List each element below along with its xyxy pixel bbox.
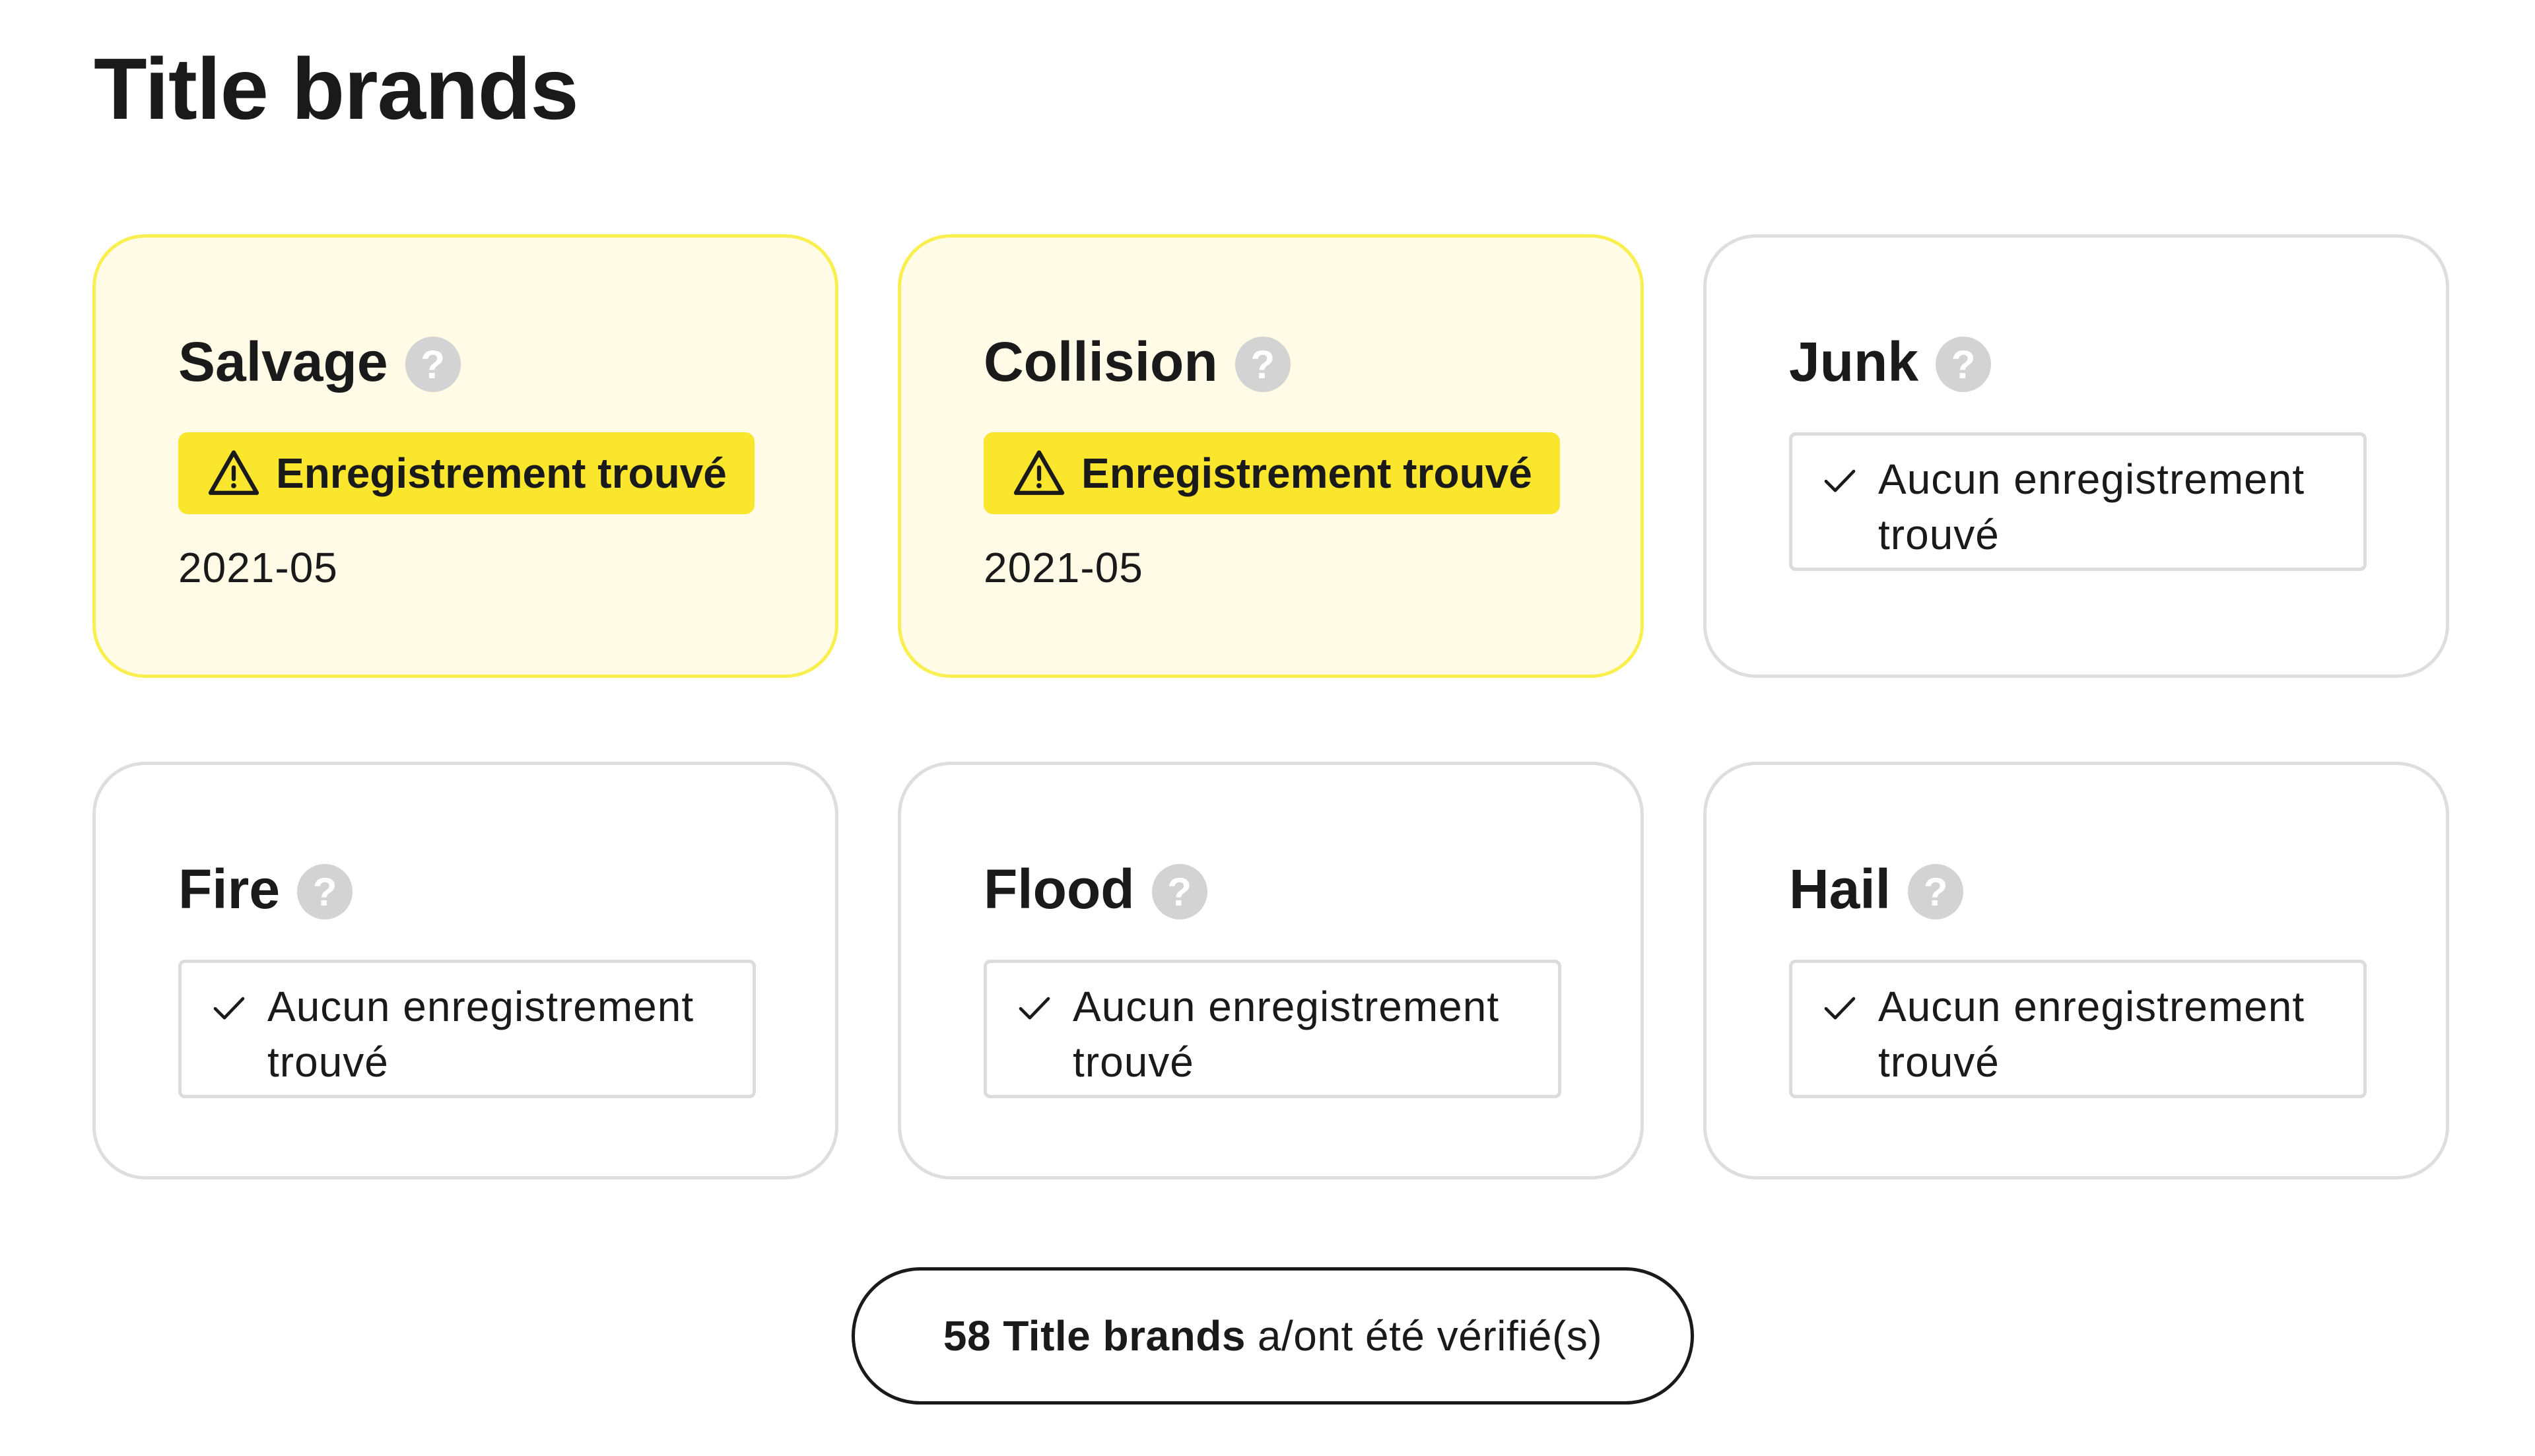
question-icon[interactable]: ?	[1936, 337, 1992, 392]
summary-suffix: a/ont été vérifié(s)	[1257, 1312, 1603, 1360]
no-record-text: Aucun enregistrement trouvé	[1073, 983, 1500, 1086]
badge-label: Enregistrement trouvé	[276, 449, 727, 497]
brand-card-collision: Collision ? Enregistrement trouvé 2021-0…	[898, 234, 1644, 678]
question-icon[interactable]: ?	[1908, 864, 1964, 919]
no-record-box: Aucun enregistrement trouvé	[178, 960, 756, 1098]
record-found-badge: Enregistrement trouvé	[178, 432, 755, 514]
card-title: Fire	[178, 858, 281, 920]
card-header: Fire ?	[178, 853, 753, 925]
brand-card-fire: Fire ? Aucun enregistrement trouvé	[92, 762, 838, 1179]
record-date: 2021-05	[984, 544, 1143, 591]
card-header: Collision ?	[984, 325, 1558, 398]
question-icon[interactable]: ?	[297, 864, 353, 919]
no-record-box: Aucun enregistrement trouvé	[1789, 960, 2367, 1098]
page-title: Title brands	[94, 40, 579, 137]
brand-card-salvage: Salvage ? Enregistrement trouvé 2021-05	[92, 234, 838, 678]
card-title: Salvage	[178, 331, 388, 393]
checked-brands-summary-button[interactable]: 58 Title brands a/ont été vérifié(s)	[852, 1267, 1694, 1405]
card-title: Junk	[1789, 331, 1919, 393]
no-record-text: Aucun enregistrement trouvé	[267, 983, 694, 1086]
brand-card-junk: Junk ? Aucun enregistrement trouvé	[1703, 234, 2449, 678]
title-brands-grid: Salvage ? Enregistrement trouvé 2021-05 …	[92, 234, 2449, 1179]
brand-card-flood: Flood ? Aucun enregistrement trouvé	[898, 762, 1644, 1179]
summary-count: 58 Title brands	[943, 1312, 1246, 1360]
warning-icon	[1011, 446, 1067, 501]
no-record-box: Aucun enregistrement trouvé	[984, 960, 1561, 1098]
card-title: Collision	[984, 331, 1218, 393]
card-title: Flood	[984, 858, 1135, 920]
check-icon	[1821, 989, 1858, 1026]
question-icon[interactable]: ?	[1151, 864, 1207, 919]
no-record-text: Aucun enregistrement trouvé	[1878, 455, 2305, 558]
record-found-badge: Enregistrement trouvé	[984, 432, 1560, 514]
record-date: 2021-05	[178, 544, 338, 591]
question-icon[interactable]: ?	[405, 337, 461, 392]
card-header: Flood ?	[984, 853, 1558, 925]
check-icon	[211, 989, 248, 1026]
check-icon	[1821, 462, 1858, 499]
no-record-text: Aucun enregistrement trouvé	[1878, 983, 2305, 1086]
card-header: Hail ?	[1789, 853, 2363, 925]
card-title: Hail	[1789, 858, 1891, 920]
question-icon[interactable]: ?	[1234, 337, 1291, 392]
brand-card-hail: Hail ? Aucun enregistrement trouvé	[1703, 762, 2449, 1179]
badge-label: Enregistrement trouvé	[1081, 449, 1532, 497]
card-header: Junk ?	[1789, 325, 2363, 398]
warning-icon	[206, 446, 261, 501]
check-icon	[1016, 989, 1053, 1026]
no-record-box: Aucun enregistrement trouvé	[1789, 432, 2367, 571]
card-header: Salvage ?	[178, 325, 753, 398]
